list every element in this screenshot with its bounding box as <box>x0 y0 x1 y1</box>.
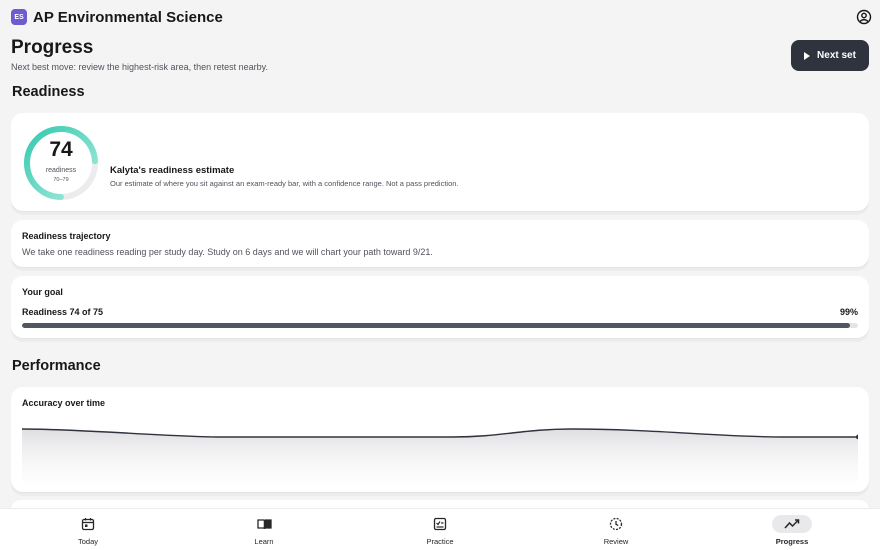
accuracy-card: Accuracy over time <box>11 387 869 492</box>
account-icon[interactable] <box>856 9 872 25</box>
goal-percent: 99% <box>839 307 858 317</box>
page-subtitle: Next best move: review the highest-risk … <box>11 62 268 72</box>
goal-card: Your goal Readiness 74 of 75 99% <box>11 276 869 338</box>
next-set-label: Next set <box>817 50 856 61</box>
goal-title: Your goal <box>22 287 63 297</box>
readiness-score-label: readiness <box>45 167 77 174</box>
readiness-card: 74 readiness 70–79 Kalyta's readiness es… <box>11 113 869 211</box>
nav-item-practice[interactable]: Practice <box>400 509 480 550</box>
history-icon <box>609 517 623 531</box>
nav-label-today: Today <box>77 537 98 546</box>
trajectory-card: Readiness trajectory We take one readine… <box>11 220 869 267</box>
estimate-title: Kalyta's readiness estimate <box>110 165 235 176</box>
practice-icon <box>433 517 447 531</box>
play-icon <box>804 51 811 60</box>
goal-progress-fill <box>22 323 850 328</box>
readiness-range: 70–79 <box>53 177 69 183</box>
performance-heading: Performance <box>12 358 101 374</box>
next-set-button[interactable]: Next set <box>791 40 869 71</box>
nav-label-review: Review <box>603 537 629 546</box>
page-title: Progress <box>11 37 94 58</box>
accuracy-chart <box>22 428 858 485</box>
book-icon <box>256 519 272 530</box>
calendar-icon <box>81 518 95 531</box>
nav-label-learn: Learn <box>254 537 274 546</box>
trend-icon <box>784 519 800 529</box>
goal-progress-track <box>22 323 858 328</box>
nav-item-learn[interactable]: Learn <box>224 509 304 550</box>
bottom-nav: Today Learn Practice Review Progress <box>0 508 880 550</box>
app-title: AP Environmental Science <box>33 8 223 26</box>
accuracy-title: Accuracy over time <box>22 398 106 408</box>
readiness-score: 74 <box>49 138 73 161</box>
readiness-ring: 74 readiness 70–79 <box>22 124 100 202</box>
nav-label-practice: Practice <box>426 537 454 546</box>
goal-row: Readiness 74 of 75 99% <box>22 307 858 317</box>
trajectory-text: We take one readiness reading per study … <box>22 247 433 257</box>
trajectory-title: Readiness trajectory <box>22 231 111 241</box>
nav-item-progress[interactable]: Progress <box>752 509 832 550</box>
nav-item-today[interactable]: Today <box>48 509 128 550</box>
goal-label: Readiness 74 of 75 <box>22 307 104 317</box>
nav-label-progress: Progress <box>775 537 809 546</box>
top-bar: ES AP Environmental Science <box>0 0 880 34</box>
estimate-text: Our estimate of where you sit against an… <box>110 179 459 188</box>
readiness-heading: Readiness <box>12 84 85 100</box>
nav-item-review[interactable]: Review <box>576 509 656 550</box>
app-logo: ES <box>11 9 27 25</box>
